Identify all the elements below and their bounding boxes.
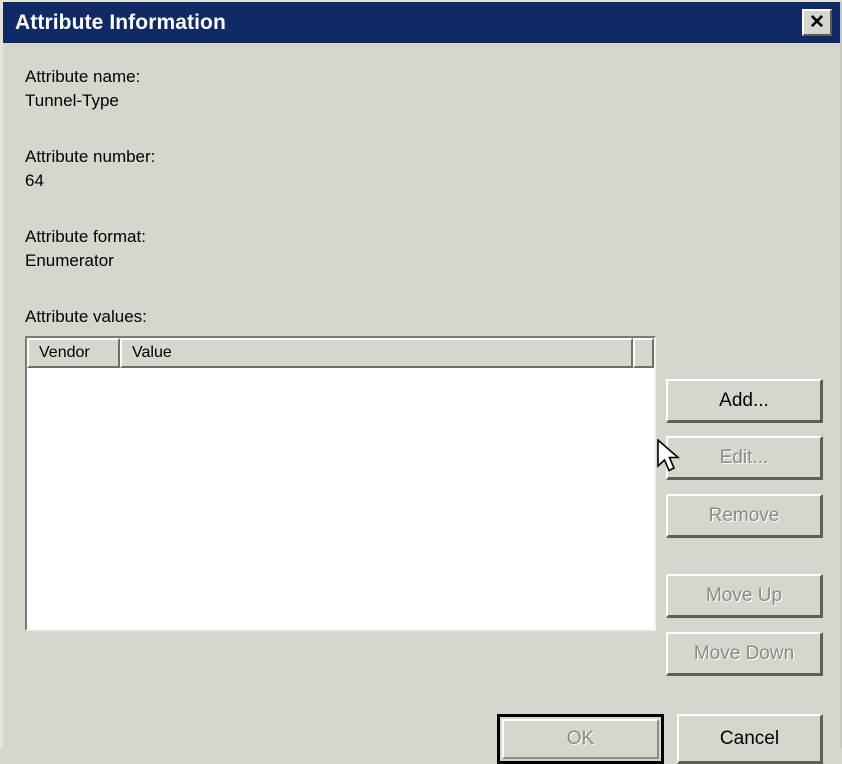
attribute-information-dialog: Attribute Information ✕ Attribute name: … [0, 0, 842, 764]
attribute-name-label: Attribute name: [25, 67, 141, 86]
title-bar: Attribute Information ✕ [3, 2, 840, 43]
attribute-number-label: Attribute number: [25, 147, 156, 166]
attribute-number-block: Attribute number: 64 [25, 145, 155, 193]
move-up-button[interactable]: Move Up [666, 574, 823, 618]
attribute-format-value: Enumerator [25, 251, 114, 270]
close-button[interactable]: ✕ [802, 9, 832, 36]
edit-button[interactable]: Edit... [666, 436, 823, 480]
attribute-number-value: 64 [25, 171, 44, 190]
column-header-stub[interactable] [633, 338, 654, 368]
listview-rows[interactable] [27, 368, 654, 629]
attribute-format-label: Attribute format: [25, 227, 146, 246]
dialog-body: Attribute name: Tunnel-Type Attribute nu… [3, 43, 840, 764]
window-title: Attribute Information [15, 10, 226, 34]
column-header-vendor[interactable]: Vendor [27, 338, 120, 368]
listview-header: Vendor Value [27, 338, 654, 368]
attribute-name-value: Tunnel-Type [25, 91, 119, 110]
move-down-button[interactable]: Move Down [666, 632, 823, 676]
attribute-name-block: Attribute name: Tunnel-Type [25, 65, 140, 113]
close-icon: ✕ [809, 12, 825, 33]
attribute-values-label: Attribute values: [25, 307, 147, 326]
attribute-values-block: Attribute values: [25, 305, 147, 329]
ok-button-label: OK [502, 719, 659, 759]
column-header-value[interactable]: Value [120, 338, 633, 368]
attribute-values-listview[interactable]: Vendor Value [25, 336, 656, 631]
remove-button[interactable]: Remove [666, 494, 823, 538]
cancel-button[interactable]: Cancel [677, 714, 823, 764]
add-button[interactable]: Add... [666, 379, 823, 423]
attribute-format-block: Attribute format: Enumerator [25, 225, 146, 273]
ok-button[interactable]: OK [497, 714, 664, 764]
